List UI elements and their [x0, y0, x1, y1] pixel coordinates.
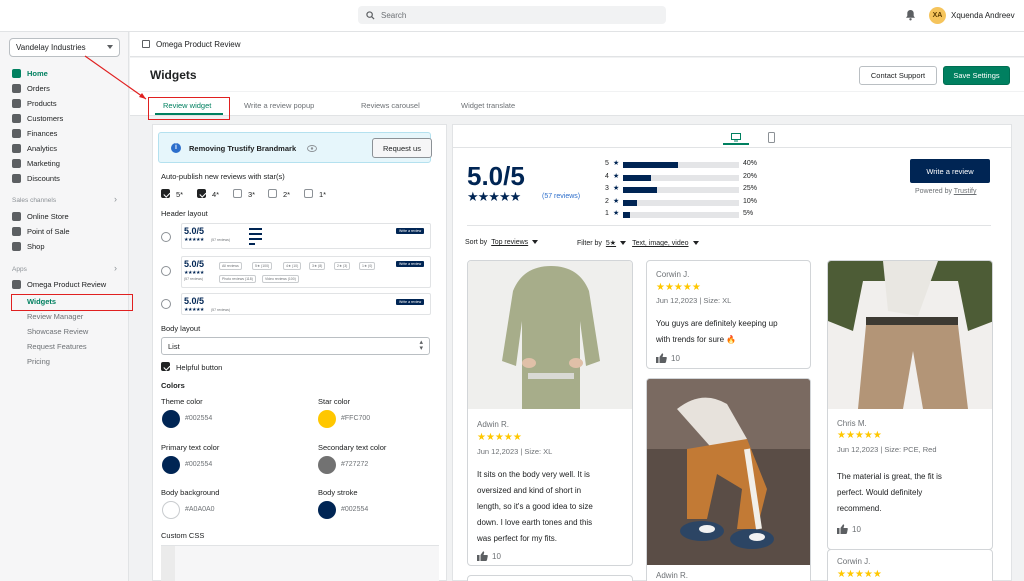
- annotation-arrow: [84, 55, 147, 100]
